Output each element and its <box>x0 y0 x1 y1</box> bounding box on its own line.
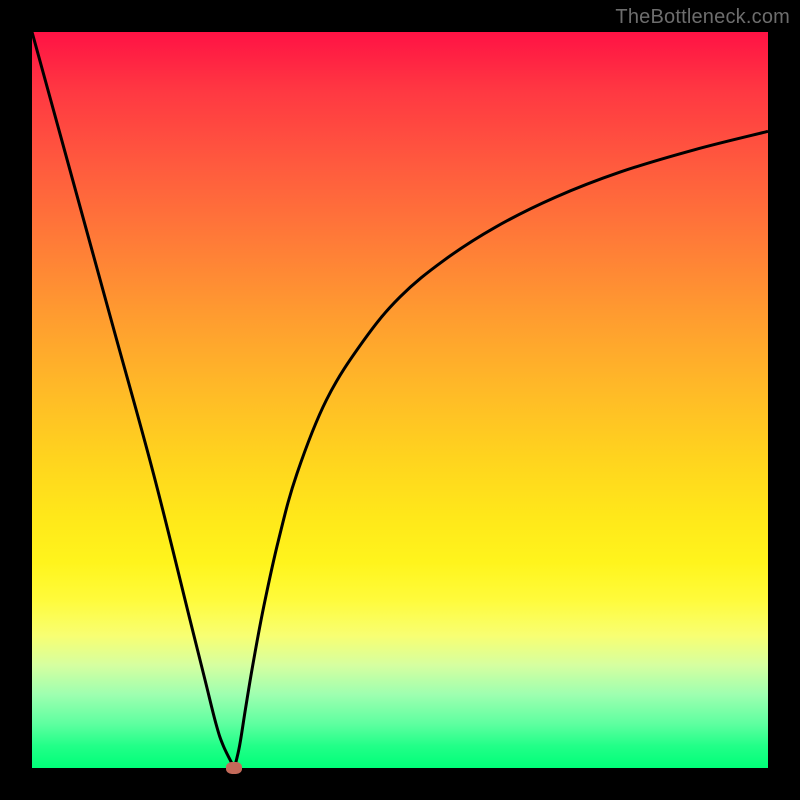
minimum-marker <box>226 762 242 774</box>
curve-left-branch <box>32 32 234 768</box>
curve-right-branch <box>234 131 768 768</box>
plot-area <box>32 32 768 768</box>
chart-frame: TheBottleneck.com <box>0 0 800 800</box>
watermark-text: TheBottleneck.com <box>615 6 790 29</box>
bottleneck-curve <box>32 32 768 768</box>
